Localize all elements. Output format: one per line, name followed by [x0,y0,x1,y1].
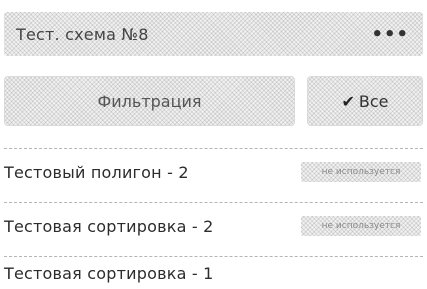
checkmark-icon: ✔ [341,91,355,111]
scheme-panel: Тест. схема №8 ••• Фильтрация ✔ Все Тест… [0,0,427,289]
status-badge: не используется [301,162,421,182]
divider [4,148,423,149]
list-item-label: Тестовая сортировка - 2 [4,216,214,236]
list-item[interactable]: Тестовая сортировка - 2 не используется [4,204,423,248]
select-all-button[interactable]: ✔ Все [307,76,423,126]
list-item-label: Тестовая сортировка - 1 [4,263,214,283]
filter-button-label: Фильтрация [97,91,202,111]
divider [4,256,423,257]
status-badge: не используется [301,216,421,236]
select-all-label: Все [358,91,389,111]
list-item-label: Тестовый полигон - 2 [4,162,189,182]
scheme-title: Тест. схема №8 [16,24,149,44]
list-item[interactable]: Тестовая сортировка - 1 [4,258,423,288]
filter-button[interactable]: Фильтрация [4,76,295,126]
more-menu-icon[interactable]: ••• [371,24,409,45]
divider [4,202,423,203]
scheme-header: Тест. схема №8 ••• [4,12,423,56]
list-item[interactable]: Тестовый полигон - 2 не используется [4,150,423,194]
